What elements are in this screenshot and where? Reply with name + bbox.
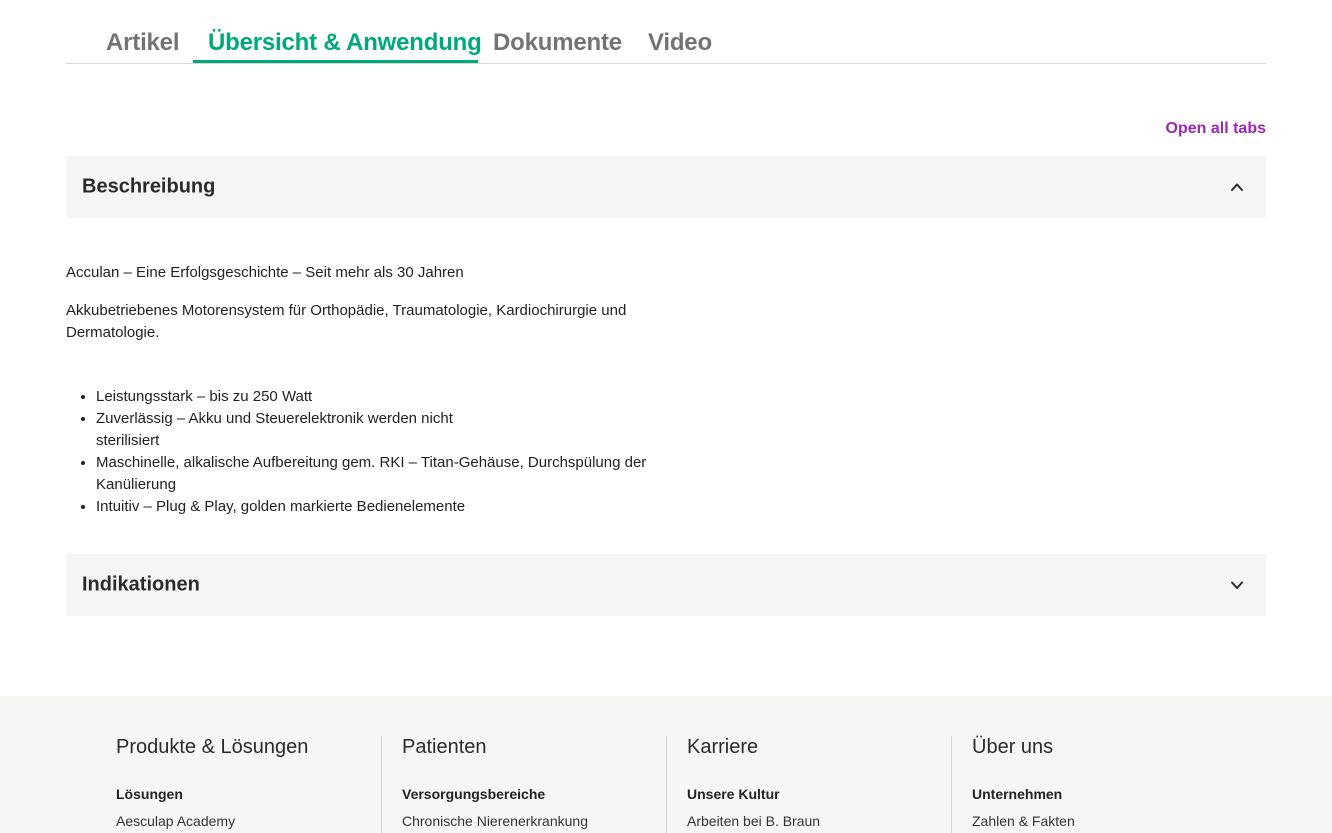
chevron-down-icon[interactable] bbox=[1230, 578, 1244, 592]
footer-heading[interactable]: Produkte & Lösungen bbox=[116, 736, 308, 759]
open-all-tabs-link[interactable]: Open all tabs bbox=[1166, 120, 1266, 138]
footer: Produkte & Lösungen Lösungen Aesculap Ac… bbox=[0, 696, 1332, 833]
tab-bar: Artikel Übersicht & Anwendung Dokumente … bbox=[66, 0, 1266, 64]
tab-artikel[interactable]: Artikel bbox=[106, 29, 179, 57]
list-item: Intuitiv – Plug & Play, golden markierte… bbox=[96, 496, 666, 518]
footer-link[interactable]: Chronische Nierenerkrankung bbox=[402, 813, 588, 829]
footer-column-karriere: Karriere Unsere Kultur Arbeiten bei B. B… bbox=[666, 736, 936, 833]
tab-dokumente[interactable]: Dokumente bbox=[493, 29, 622, 57]
footer-link[interactable]: Aesculap Academy bbox=[116, 813, 235, 829]
footer-subheading: Versorgungsbereiche bbox=[402, 786, 546, 802]
description-content: Acculan – Eine Erfolgsgeschichte – Seit … bbox=[66, 262, 666, 518]
footer-column-produkte: Produkte & Lösungen Lösungen Aesculap Ac… bbox=[116, 736, 386, 833]
active-tab-indicator bbox=[193, 60, 478, 63]
footer-column-ueber-uns: Über uns Unternehmen Zahlen & Fakten bbox=[951, 736, 1221, 833]
accordion-title: Beschreibung bbox=[82, 175, 216, 198]
footer-link[interactable]: Arbeiten bei B. Braun bbox=[687, 813, 820, 829]
accordion-header-indikationen[interactable]: Indikationen bbox=[66, 554, 1266, 616]
tab-uebersicht-anwendung[interactable]: Übersicht & Anwendung bbox=[208, 29, 482, 57]
footer-heading[interactable]: Karriere bbox=[687, 736, 758, 759]
accordion-header-beschreibung[interactable]: Beschreibung bbox=[66, 156, 1266, 218]
footer-subheading: Unternehmen bbox=[972, 786, 1063, 802]
footer-subheading: Unsere Kultur bbox=[687, 786, 780, 802]
description-paragraph: Acculan – Eine Erfolgsgeschichte – Seit … bbox=[66, 264, 464, 281]
chevron-up-icon[interactable] bbox=[1230, 180, 1244, 194]
footer-heading[interactable]: Über uns bbox=[972, 736, 1053, 759]
description-paragraph: Akkubetriebenes Motorensystem für Orthop… bbox=[66, 302, 627, 341]
accordion-title: Indikationen bbox=[82, 573, 200, 596]
list-item: Maschinelle, alkalische Aufbereitung gem… bbox=[96, 452, 666, 496]
footer-subheading: Lösungen bbox=[116, 786, 183, 802]
footer-link[interactable]: Zahlen & Fakten bbox=[972, 813, 1075, 829]
feature-list: Leistungsstark – bis zu 250 Watt Zuverlä… bbox=[66, 386, 666, 518]
list-item: Zuverlässig – Akku und Steuerelektronik … bbox=[96, 408, 456, 452]
footer-column-patienten: Patienten Versorgungsbereiche Chronische… bbox=[381, 736, 651, 833]
tab-video[interactable]: Video bbox=[648, 29, 712, 57]
list-item: Leistungsstark – bis zu 250 Watt bbox=[96, 386, 666, 408]
footer-heading[interactable]: Patienten bbox=[402, 736, 487, 759]
